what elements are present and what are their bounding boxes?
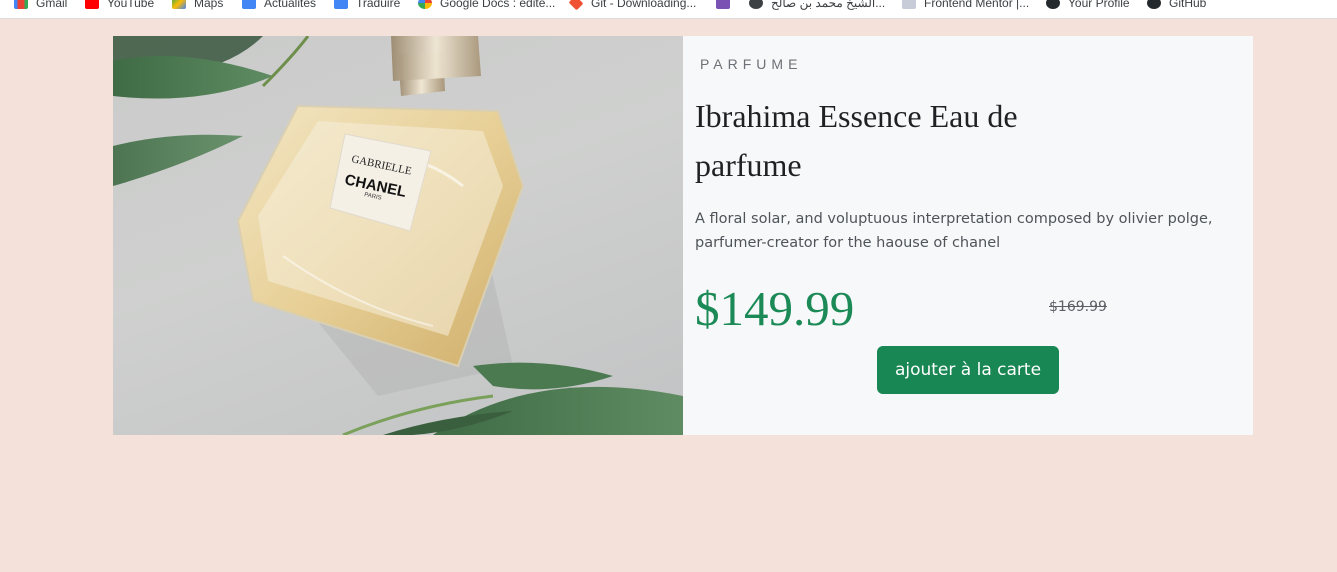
product-price: $149.99 [695,281,855,336]
product-title: Ibrahima Essence Eau de parfume [695,98,1018,183]
news-icon [242,0,256,9]
bookmark-github[interactable]: GitHub [1147,0,1206,12]
bookmarks-bar: Gmail YouTube Maps Actualités Traduire G… [0,0,1337,19]
bookmark-google-docs[interactable]: Google Docs : édite... [418,0,555,12]
bookmark-arabic[interactable]: الشيخ محمد بن صالح... [749,0,885,12]
bookmark-label: الشيخ محمد بن صالح... [771,0,886,10]
bookmark-your-profile[interactable]: Your Profile [1046,0,1130,12]
product-info: PARFUME Ibrahima Essence Eau de parfume … [683,36,1253,435]
frontend-mentor-icon [902,0,916,9]
bootstrap-icon [716,0,730,9]
bookmark-label: Google Docs : édite... [440,0,556,10]
perfume-bottle-illustration: GABRIELLE CHANEL PARIS [113,36,683,435]
bookmark-label: Your Profile [1068,0,1130,10]
bookmark-traduire[interactable]: Traduire [334,0,400,12]
product-category: PARFUME [700,56,803,72]
bookmark-label: GitHub [1169,0,1207,10]
bookmark-label: Actualités [264,0,317,10]
bookmark-label: YouTube [107,0,155,10]
bookmark-label: Git - Downloading... [591,0,697,10]
bookmark-actualites[interactable]: Actualités [242,0,316,12]
youtube-icon [85,0,99,9]
bookmark-bootstrap[interactable] [716,0,738,12]
add-to-cart-button[interactable]: ajouter à la carte [877,346,1059,394]
bookmark-label: Gmail [36,0,68,10]
product-old-price: $169.99 [1049,299,1107,315]
bookmark-maps[interactable]: Maps [172,0,223,12]
product-image: GABRIELLE CHANEL PARIS [113,36,683,435]
product-description: A floral solar, and voluptuous interpret… [695,211,1213,251]
bookmark-frontend-mentor[interactable]: Frontend Mentor |... [902,0,1029,12]
translate-icon [334,0,348,9]
bookmark-label: Frontend Mentor |... [924,0,1030,10]
maps-icon [172,0,186,9]
gmail-icon [14,0,28,9]
github-icon [1147,0,1161,9]
bookmark-youtube[interactable]: YouTube [85,0,154,12]
google-icon [418,0,432,9]
github-icon [1046,0,1060,9]
bookmark-label: Traduire [356,0,401,10]
bookmark-gmail[interactable]: Gmail [14,0,67,12]
product-card: GABRIELLE CHANEL PARIS PARFUME Ibrahima … [113,36,1253,435]
bookmark-label: Maps [194,0,224,10]
bookmark-git[interactable]: Git - Downloading... [568,0,697,12]
git-icon [568,0,584,11]
globe-icon [749,0,763,9]
